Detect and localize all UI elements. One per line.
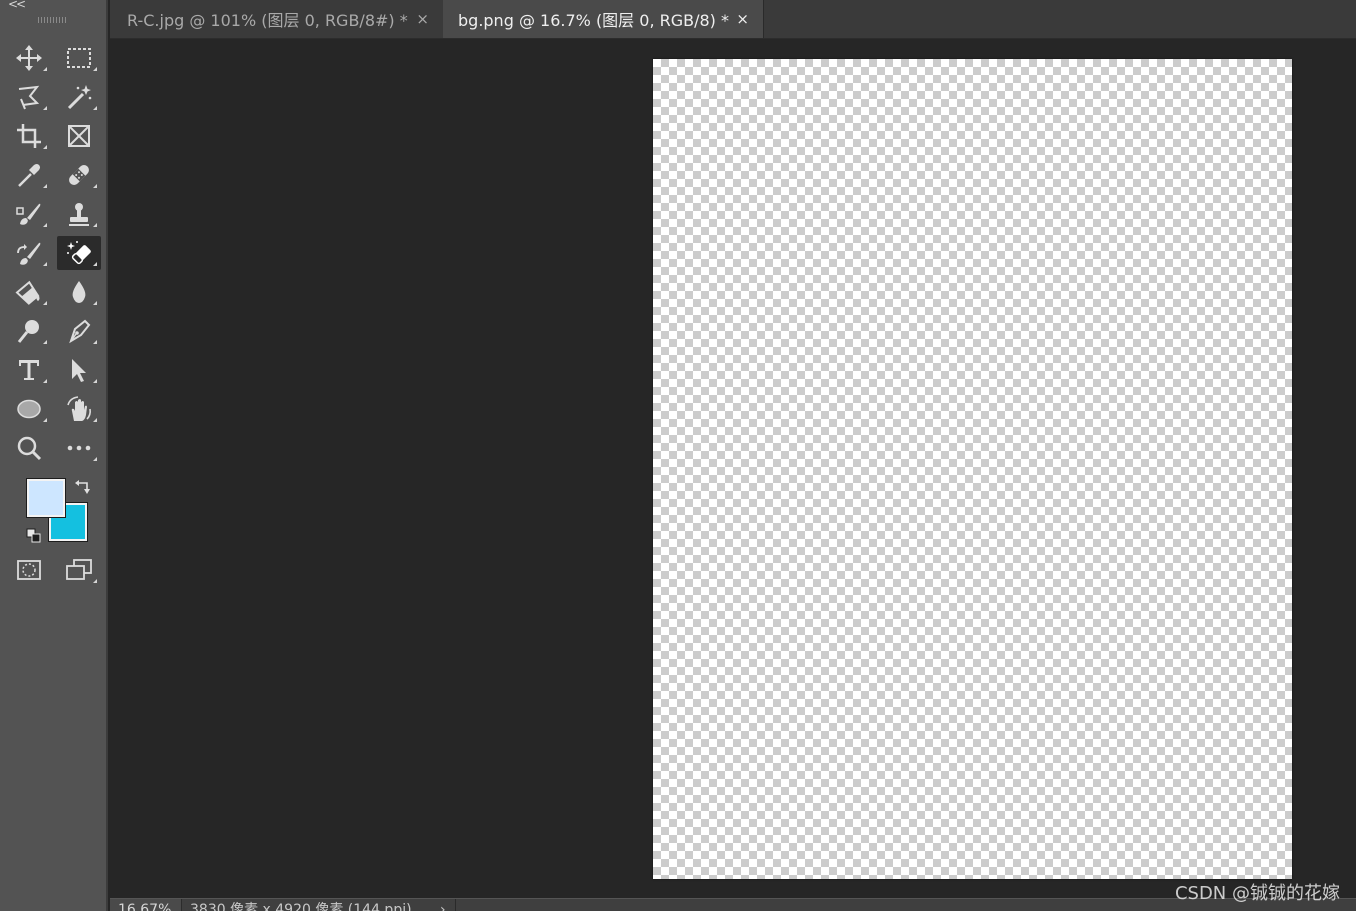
type-icon <box>19 360 39 380</box>
move-icon <box>16 45 42 71</box>
edit-toolbar[interactable] <box>57 431 101 465</box>
history-brush-tool[interactable] <box>7 236 51 270</box>
collapse-panel-button[interactable]: << <box>8 0 26 11</box>
polygon-lasso-icon <box>18 85 40 110</box>
more-icon <box>67 445 91 451</box>
magic-wand-tool[interactable] <box>57 80 101 114</box>
magic-eraser-tool[interactable] <box>57 236 101 270</box>
quick-mask-icon <box>17 560 41 580</box>
frame-icon <box>68 125 90 147</box>
lasso-tool[interactable] <box>7 80 51 114</box>
dodge-icon <box>17 320 39 343</box>
tools-panel: << <box>0 0 108 911</box>
document-info: 3830 像素 x 4920 像素 (144 ppi) <box>190 902 412 911</box>
watermark: CSDN @铖铖的花嫁 <box>1174 883 1340 904</box>
magic-wand-icon <box>67 85 92 110</box>
eyedropper-tool[interactable] <box>7 158 51 192</box>
frame-tool[interactable] <box>57 119 101 153</box>
screen-mode-icon <box>66 559 92 580</box>
default-colors-icon[interactable] <box>25 527 43 545</box>
quick-mask-button[interactable] <box>7 553 51 587</box>
close-icon[interactable]: × <box>736 10 749 28</box>
dodge-tool[interactable] <box>7 314 51 348</box>
magic-eraser-icon <box>67 241 91 265</box>
ellipse-icon <box>17 399 41 419</box>
brush-icon <box>16 203 41 225</box>
tab-title: R-C.jpg @ 101% (图层 0, RGB/8#) * <box>127 11 408 30</box>
stamp-icon <box>69 203 89 226</box>
type-tool[interactable] <box>7 353 51 387</box>
hand-rotate-icon <box>67 396 91 421</box>
foreground-color-swatch[interactable] <box>26 478 66 518</box>
history-brush-icon <box>17 242 41 265</box>
pen-icon <box>69 319 91 344</box>
zoom-icon <box>17 436 42 461</box>
photoshop-window: << R-C.jpg @ 101% (图层 0, RGB/8#) * × bg.… <box>0 0 1356 911</box>
move-tool[interactable] <box>7 41 51 75</box>
path-selection-tool[interactable] <box>57 353 101 387</box>
document-canvas-transparent[interactable] <box>653 59 1292 879</box>
bandage-icon <box>69 165 89 185</box>
rotate-view-tool[interactable] <box>57 392 101 426</box>
document-tab-bar: R-C.jpg @ 101% (图层 0, RGB/8#) * × bg.png… <box>110 0 1356 39</box>
status-divider <box>455 899 456 911</box>
tab-r-c-jpg[interactable]: R-C.jpg @ 101% (图层 0, RGB/8#) * × <box>114 0 443 38</box>
rect-marquee-icon <box>67 48 91 68</box>
crop-tool[interactable] <box>7 119 51 153</box>
pen-tool[interactable] <box>57 314 101 348</box>
blur-tool[interactable] <box>57 275 101 309</box>
status-menu-arrow-icon[interactable]: › <box>440 899 446 911</box>
zoom-level-field[interactable]: 16.67% <box>110 899 182 911</box>
tab-title: bg.png @ 16.7% (图层 0, RGB/8) * <box>458 11 730 30</box>
paint-bucket-icon <box>15 280 40 305</box>
brush-tool[interactable] <box>7 197 51 231</box>
swap-colors-icon[interactable] <box>74 478 92 494</box>
tab-bg-png[interactable]: bg.png @ 16.7% (图层 0, RGB/8) * × <box>443 0 764 38</box>
ellipse-tool[interactable] <box>7 392 51 426</box>
arrow-cursor-icon <box>72 359 86 382</box>
panel-grip[interactable] <box>38 17 68 23</box>
crop-icon <box>17 124 41 148</box>
screen-mode-button[interactable] <box>57 553 101 587</box>
marquee-tool[interactable] <box>57 41 101 75</box>
status-bar: 16.67% 3830 像素 x 4920 像素 (144 ppi) › <box>110 898 1356 911</box>
paint-bucket-tool[interactable] <box>7 275 51 309</box>
close-icon[interactable]: × <box>416 10 429 28</box>
healing-brush-tool[interactable] <box>57 158 101 192</box>
eyedropper-icon <box>18 164 40 187</box>
drop-icon <box>72 281 86 303</box>
stamp-tool[interactable] <box>57 197 101 231</box>
zoom-tool[interactable] <box>7 431 51 465</box>
